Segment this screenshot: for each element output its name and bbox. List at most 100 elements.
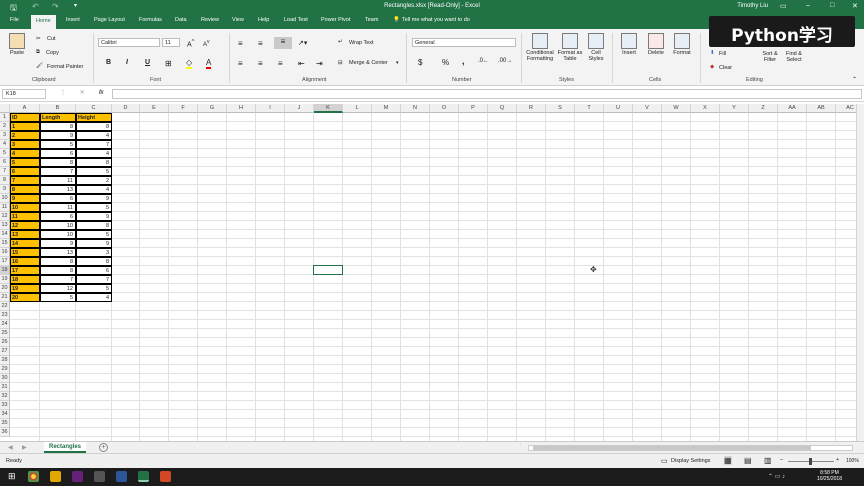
row-header-22[interactable]: 22: [0, 302, 10, 311]
length-cell[interactable]: 8: [40, 158, 76, 167]
cut-button[interactable]: Cut: [47, 36, 56, 42]
height-cell[interactable]: 7: [76, 140, 112, 149]
grow-font-icon[interactable]: A^: [187, 39, 194, 48]
copy-button[interactable]: Copy: [46, 50, 59, 56]
zoom-out-icon[interactable]: –: [780, 457, 783, 463]
tab-team[interactable]: Team: [365, 17, 378, 23]
find-select-button[interactable]: Find & Select: [783, 51, 805, 63]
visual-studio-icon[interactable]: [72, 471, 83, 482]
select-all-corner[interactable]: [0, 104, 10, 113]
tab-review[interactable]: Review: [201, 17, 219, 23]
font-color-icon[interactable]: A: [206, 58, 212, 69]
row-header-30[interactable]: 30: [0, 374, 10, 383]
column-header-k[interactable]: K: [314, 104, 343, 113]
length-cell[interactable]: 11: [40, 176, 76, 185]
tab-power-pivot[interactable]: Power Pivot: [321, 17, 350, 23]
page-break-view-icon[interactable]: ▥: [764, 456, 772, 465]
length-cell[interactable]: 5: [40, 293, 76, 302]
normal-view-icon[interactable]: ▦: [724, 456, 732, 465]
height-cell[interactable]: 5: [76, 230, 112, 239]
tab-help[interactable]: Help: [258, 17, 269, 23]
id-cell[interactable]: 12: [10, 221, 40, 230]
id-cell[interactable]: 5: [10, 158, 40, 167]
align-middle-icon[interactable]: ≡: [258, 39, 263, 48]
row-header-26[interactable]: 26: [0, 338, 10, 347]
font-name-select[interactable]: Calibri: [98, 38, 160, 47]
formula-input[interactable]: [112, 89, 862, 99]
id-cell[interactable]: 7: [10, 176, 40, 185]
height-cell[interactable]: 8: [76, 158, 112, 167]
tab-data[interactable]: Data: [175, 17, 187, 23]
row-header-8[interactable]: 8: [0, 176, 10, 185]
column-header-z[interactable]: Z: [749, 104, 778, 113]
column-header-t[interactable]: T: [575, 104, 604, 113]
table-header-cell[interactable]: Height: [76, 113, 112, 122]
row-header-18[interactable]: 18: [0, 266, 10, 275]
row-header-28[interactable]: 28: [0, 356, 10, 365]
column-header-l[interactable]: L: [343, 104, 372, 113]
screen-recorder-icon[interactable]: [160, 471, 171, 482]
row-header-33[interactable]: 33: [0, 401, 10, 410]
id-cell[interactable]: 2: [10, 131, 40, 140]
id-cell[interactable]: 3: [10, 140, 40, 149]
align-center-icon[interactable]: ≡: [258, 59, 263, 68]
insert-cells-button[interactable]: Insert: [618, 33, 640, 56]
increase-decimal-icon[interactable]: .0←: [478, 58, 489, 64]
height-cell[interactable]: 4: [76, 185, 112, 194]
tab-insert[interactable]: Insert: [66, 17, 80, 23]
zoom-in-icon[interactable]: +: [836, 457, 839, 463]
length-cell[interactable]: 8: [40, 257, 76, 266]
column-header-s[interactable]: S: [546, 104, 575, 113]
column-header-aa[interactable]: AA: [778, 104, 807, 113]
id-cell[interactable]: 11: [10, 212, 40, 221]
length-cell[interactable]: 6: [40, 194, 76, 203]
user-name[interactable]: Timothy Liu: [737, 3, 768, 9]
underline-button[interactable]: U: [145, 59, 150, 66]
row-header-17[interactable]: 17: [0, 257, 10, 266]
height-cell[interactable]: 4: [76, 293, 112, 302]
row-header-20[interactable]: 20: [0, 284, 10, 293]
row-header-10[interactable]: 10: [0, 194, 10, 203]
minimize-button[interactable]: –: [806, 2, 810, 9]
column-header-b[interactable]: B: [40, 104, 76, 113]
tab-formulas[interactable]: Formulas: [139, 17, 162, 23]
row-header-32[interactable]: 32: [0, 392, 10, 401]
row-header-16[interactable]: 16: [0, 248, 10, 257]
shrink-font-icon[interactable]: Av: [203, 39, 210, 48]
chrome-icon[interactable]: [28, 471, 39, 482]
tab-page-layout[interactable]: Page Layout: [94, 17, 125, 23]
sort-filter-button[interactable]: Sort & Filter: [758, 51, 782, 63]
column-header-i[interactable]: I: [256, 104, 285, 113]
height-cell[interactable]: 2: [76, 176, 112, 185]
column-header-y[interactable]: Y: [720, 104, 749, 113]
column-header-x[interactable]: X: [691, 104, 720, 113]
format-painter-button[interactable]: Format Painter: [47, 64, 83, 70]
insert-function-button[interactable]: fx: [99, 90, 104, 96]
row-header-23[interactable]: 23: [0, 311, 10, 320]
align-right-icon[interactable]: ≡: [278, 59, 283, 68]
length-cell[interactable]: 8: [40, 122, 76, 131]
fill-color-icon[interactable]: ◇: [186, 58, 193, 69]
tell-me-box[interactable]: Tell me what you want to do: [402, 17, 470, 23]
cell-styles-button[interactable]: Cell Styles: [585, 33, 607, 62]
close-button[interactable]: ✕: [852, 2, 858, 10]
column-header-n[interactable]: N: [401, 104, 430, 113]
vertical-scrollbar[interactable]: [856, 104, 864, 442]
column-header-u[interactable]: U: [604, 104, 633, 113]
word-icon[interactable]: [116, 471, 127, 482]
collapse-ribbon-icon[interactable]: ⌃: [852, 76, 857, 83]
borders-icon[interactable]: ⊞: [165, 59, 172, 68]
column-header-o[interactable]: O: [430, 104, 459, 113]
column-header-f[interactable]: F: [169, 104, 198, 113]
height-cell[interactable]: 8: [76, 122, 112, 131]
height-cell[interactable]: 4: [76, 131, 112, 140]
row-header-3[interactable]: 3: [0, 131, 10, 140]
height-cell[interactable]: 5: [76, 167, 112, 176]
table-header-cell[interactable]: ID: [10, 113, 40, 122]
height-cell[interactable]: 6: [76, 266, 112, 275]
merge-center-button[interactable]: Merge & Center: [349, 60, 388, 66]
active-cell-k18[interactable]: [313, 265, 343, 275]
row-header-31[interactable]: 31: [0, 383, 10, 392]
height-cell[interactable]: 3: [76, 248, 112, 257]
row-header-5[interactable]: 5: [0, 149, 10, 158]
